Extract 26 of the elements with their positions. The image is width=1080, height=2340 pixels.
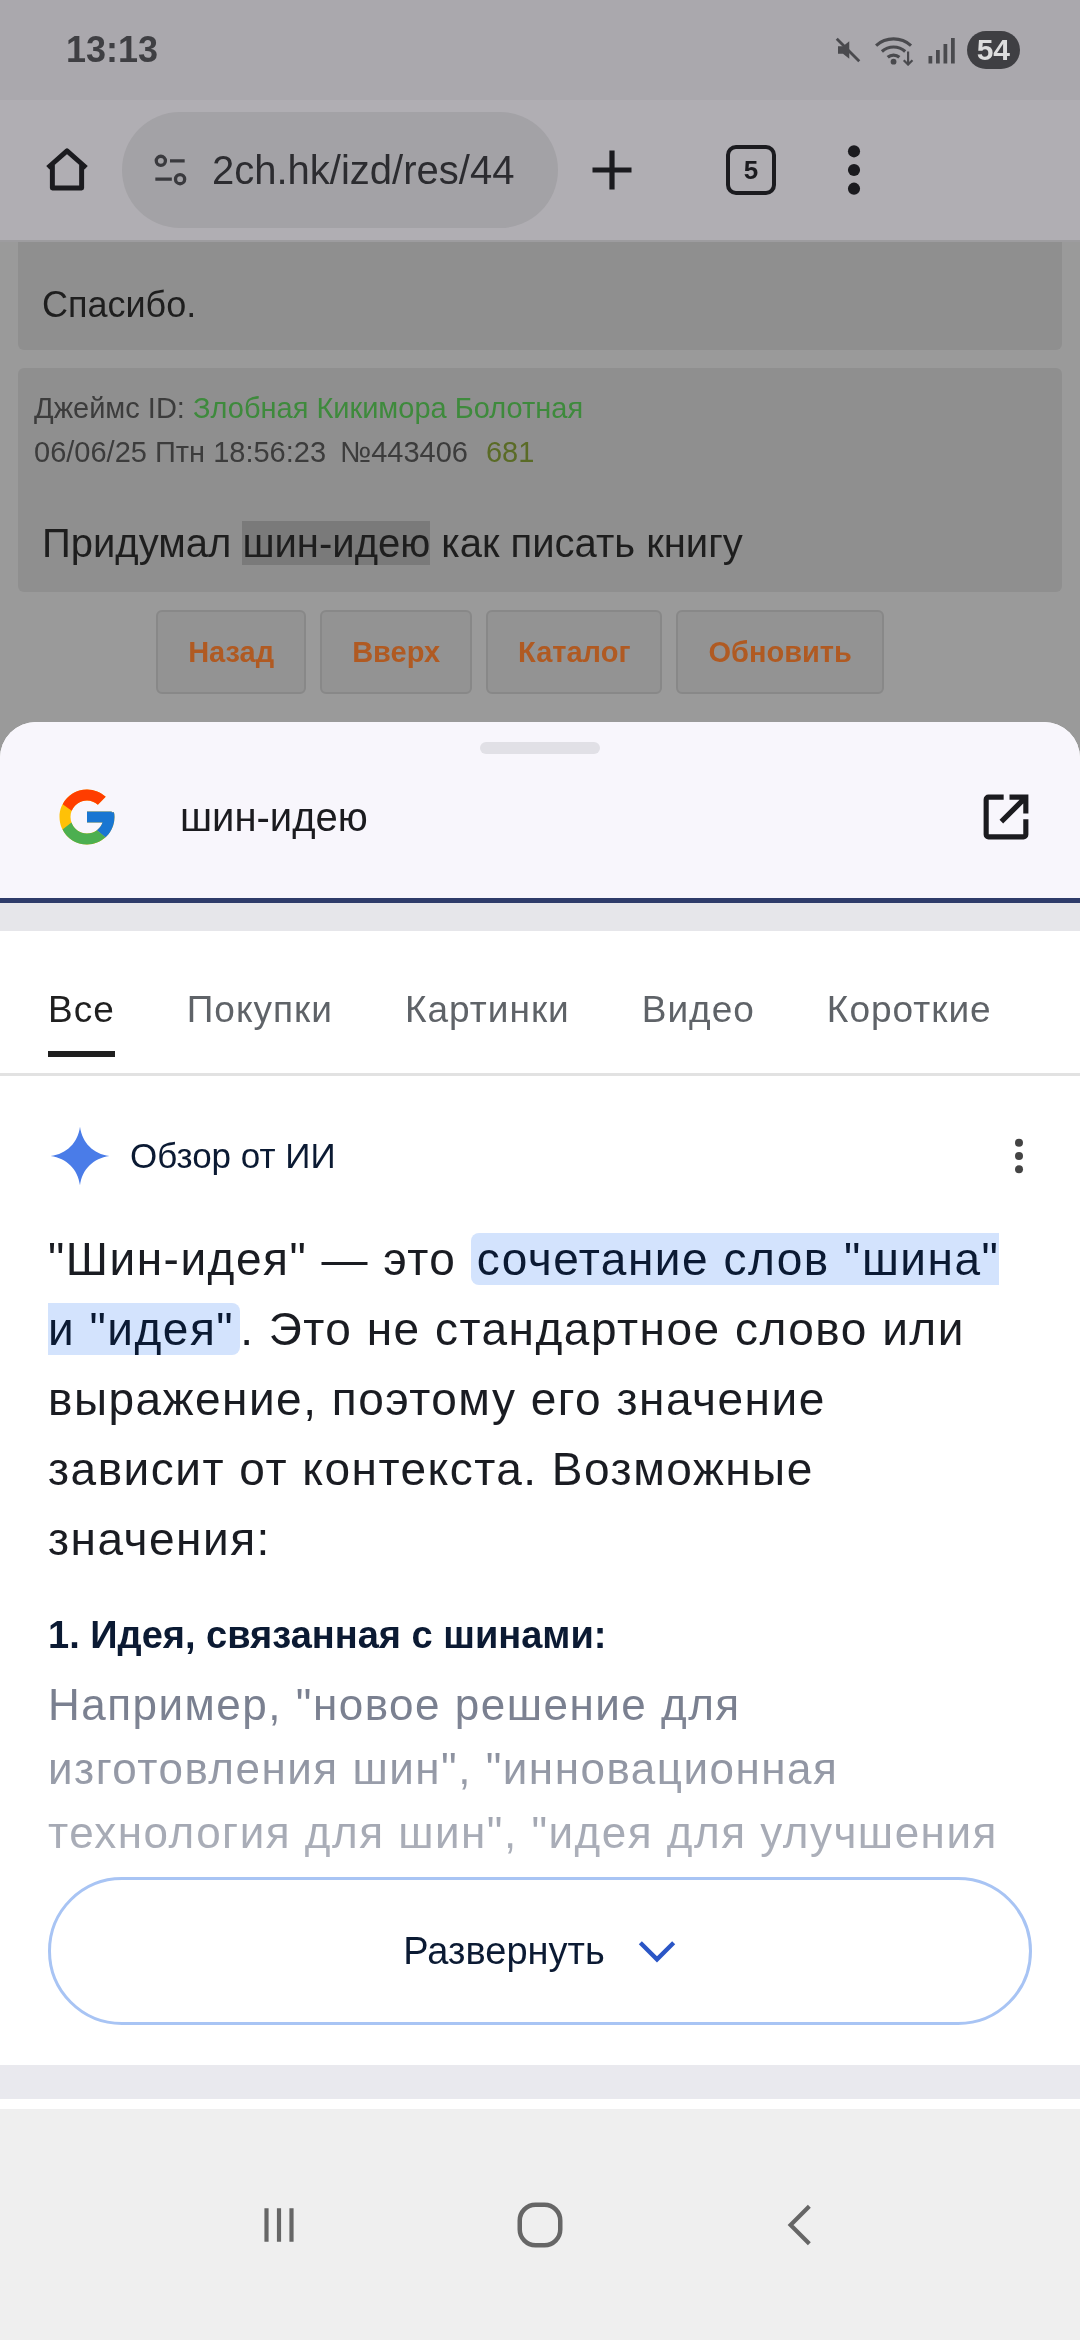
expand-button[interactable]: Развернуть <box>48 1877 1032 2025</box>
search-tab[interactable]: Все <box>48 965 115 1057</box>
author-label: Джеймс ID: <box>34 392 186 424</box>
search-tab[interactable]: Покупки <box>186 965 333 1057</box>
more-options-icon[interactable] <box>1012 1136 1026 1176</box>
search-query[interactable]: шин-идею <box>180 794 918 840</box>
status-time: 13:13 <box>66 29 159 71</box>
ai-overview-title: Обзор от ИИ <box>130 1136 337 1176</box>
post-text: Спасибо. <box>42 284 197 326</box>
url-text: 2ch.hk/izd/res/44 <box>212 147 515 193</box>
overview-heading: 1. Идея, связанная с шинами: <box>48 1614 608 1657</box>
reply-count: 681 <box>485 436 535 468</box>
overview-paragraph: "Шин-идея" — это сочетание слов "шина" и "идея". Это не стандартное слово или выражение, поэтому его значение зависит от контекста. Возможные значения: <box>48 1232 1001 1567</box>
signal-icon <box>926 35 957 65</box>
address-bar[interactable]: 2ch.hk/izd/res/44 <box>122 112 558 228</box>
search-tab[interactable]: Видео <box>641 965 755 1057</box>
post-date: 06/06/25 Птн 18:56:23 <box>34 436 327 468</box>
battery-level: 54 <box>966 31 1020 69</box>
author-id: Злобная Кикимора Болотная <box>193 392 584 424</box>
post-text: Придумал шин-идею как писать книгу <box>42 520 744 567</box>
post-number[interactable]: №443406 <box>340 436 468 468</box>
search-tab[interactable]: Короткие <box>826 965 992 1057</box>
chevron-down-icon <box>636 1938 677 1964</box>
overview-faded-text: Например, "новое решение для изготовления шин", "инновационная технология для шин", "идея для улучшения <box>48 1679 999 1859</box>
search-tab[interactable]: Картинки <box>404 965 570 1057</box>
tab-count-button[interactable]: 5 <box>726 145 776 195</box>
